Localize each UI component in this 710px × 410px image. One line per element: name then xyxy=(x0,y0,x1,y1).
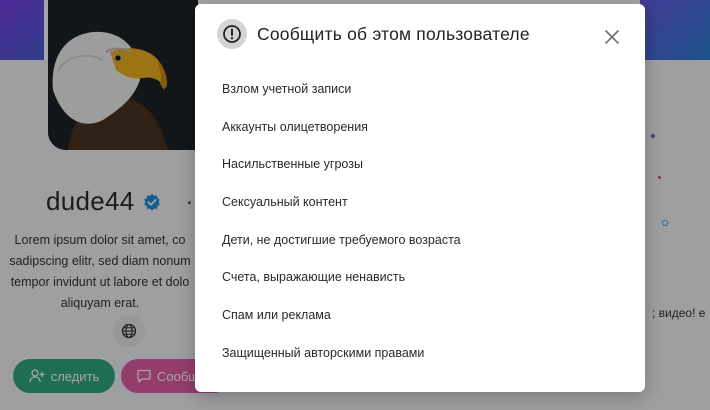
report-user-dialog: Сообщить об этом пользователе Взлом учет… xyxy=(195,4,645,392)
alert-icon xyxy=(217,19,247,49)
reason-sexual-content[interactable]: Сексуальный контент xyxy=(222,187,461,225)
dialog-header: Сообщить об этом пользователе xyxy=(217,19,530,49)
reason-hateful-accounts[interactable]: Счета, выражающие ненависть xyxy=(222,262,461,300)
reason-underage[interactable]: Дети, не достигшие требуемого возраста xyxy=(222,225,461,263)
report-reasons-list: Взлом учетной записи Аккаунты олицетворе… xyxy=(222,74,461,376)
close-button[interactable] xyxy=(601,26,623,48)
dialog-title: Сообщить об этом пользователе xyxy=(257,23,530,44)
reason-copyright[interactable]: Защищенный авторскими правами xyxy=(222,338,461,376)
reason-impersonation[interactable]: Аккаунты олицетворения xyxy=(222,112,461,150)
reason-spam[interactable]: Спам или реклама xyxy=(222,300,461,338)
reason-account-hacked[interactable]: Взлом учетной записи xyxy=(222,74,461,112)
close-icon xyxy=(605,30,619,44)
reason-violent-threats[interactable]: Насильственные угрозы xyxy=(222,149,461,187)
